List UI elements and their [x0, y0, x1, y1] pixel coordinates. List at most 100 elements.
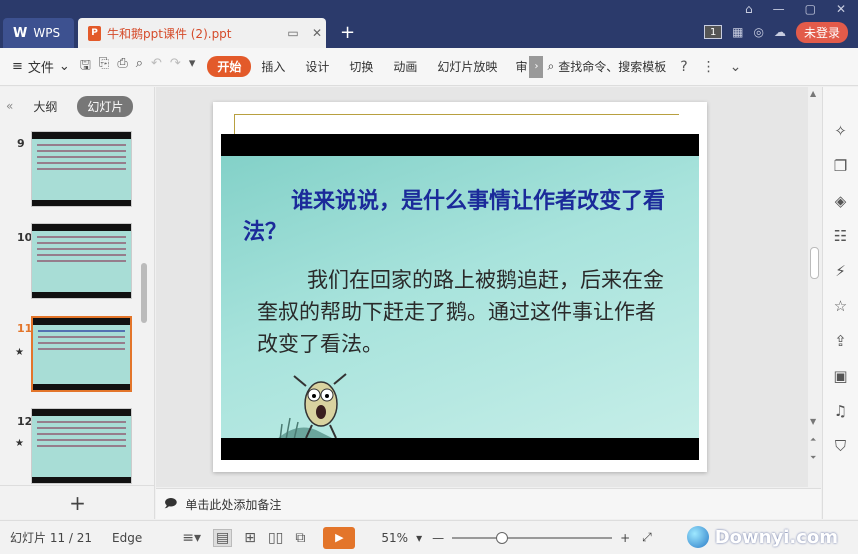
slide-panel-tabs: « 大纲 幻灯片	[0, 87, 154, 125]
slide-page: 谁来说说，是什么事情让作者改变了看法？ 我们在回家的路上被鹅追赶，后来在金奎叔的…	[213, 102, 707, 472]
scroll-down-icon[interactable]: ▼	[810, 417, 816, 426]
magic-icon[interactable]: ✧	[834, 122, 847, 140]
tab-home[interactable]: 开始	[207, 56, 252, 77]
cloud-icon[interactable]: ☁	[774, 25, 786, 39]
tab-transitions[interactable]: 切换	[339, 56, 383, 77]
command-search[interactable]: ⌕ 查找命令、搜索模板	[547, 58, 666, 75]
zoom-in-icon[interactable]: +	[620, 531, 630, 545]
sync-icon[interactable]: ◎	[754, 25, 764, 39]
print-icon[interactable]: ⎙	[117, 56, 127, 78]
tab-slides[interactable]: 幻灯片	[77, 95, 134, 117]
wps-logo-icon: W	[13, 25, 28, 41]
window-count-badge[interactable]: 1	[704, 25, 723, 39]
chevron-right-icon[interactable]: ›	[529, 55, 544, 78]
quick-access-toolbar: 🖫 ⎘ ⎙ ⌕ ↶ ↷ ▾	[80, 56, 196, 78]
notes-area[interactable]: 🗩 单击此处添加备注	[156, 488, 821, 519]
presenter-view-icon[interactable]: ⧉	[295, 530, 305, 546]
zoom-track	[452, 536, 613, 539]
document-tab[interactable]: P 牛和鹅ppt课件 (2).ppt ▭ ✕	[78, 18, 326, 48]
thumbnail-scrollbar[interactable]	[141, 263, 147, 323]
audio-icon[interactable]: ♫	[834, 402, 847, 420]
collapse-panel-icon[interactable]: «	[6, 99, 13, 113]
thumbnail-number: 9	[17, 137, 25, 150]
template-icon[interactable]: ❐	[834, 157, 847, 175]
slide-thumbnail-selected[interactable]	[31, 316, 132, 392]
title-bar: W WPS P 牛和鹅ppt课件 (2).ppt ▭ ✕ + ⌂ — ▢ ✕ 1…	[0, 0, 858, 48]
canvas-scrollbar[interactable]: ▲ ▼ ⏶ ⏷	[808, 87, 821, 487]
add-slide-button[interactable]: +	[0, 485, 155, 519]
current-slide[interactable]: 谁来说说，是什么事情让作者改变了看法？ 我们在回家的路上被鹅追赶，后来在金奎叔的…	[221, 134, 699, 460]
animation-star-icon: ★	[15, 438, 24, 449]
canvas-scroll-thumb[interactable]	[810, 247, 819, 279]
adjust-icon[interactable]: ☷	[834, 227, 847, 245]
favorite-icon[interactable]: ☆	[834, 297, 847, 315]
tab-animation[interactable]: 动画	[383, 56, 427, 77]
more-icon[interactable]: ⋮	[702, 59, 716, 75]
cartoon-character-image	[276, 373, 347, 441]
notes-icon: 🗩	[164, 495, 178, 510]
slide-top-bar	[221, 134, 699, 156]
zoom-knob[interactable]	[496, 531, 509, 544]
slide-panel: « 大纲 幻灯片 9 10 11 ★ 12 ★ +	[0, 87, 155, 519]
image-icon[interactable]: ▣	[833, 367, 847, 385]
zoom-dropdown-icon[interactable]: ▾	[416, 531, 422, 545]
sorter-view-icon[interactable]: ⊞	[244, 530, 256, 546]
tab-slideshow[interactable]: 幻灯片放映	[427, 56, 507, 77]
shape-icon[interactable]: ◈	[835, 192, 847, 210]
file-menu-label: 文件	[27, 61, 54, 76]
theme-name[interactable]: Edge	[112, 531, 142, 545]
slide-question-text[interactable]: 谁来说说，是什么事情让作者改变了看法？	[243, 186, 683, 248]
ppt-file-icon: P	[88, 25, 101, 41]
next-slide-icon[interactable]: ⏷	[810, 453, 816, 463]
normal-view-icon[interactable]: ▤	[213, 528, 233, 547]
close-tab-icon[interactable]: ✕	[308, 26, 326, 40]
tab-review[interactable]: 审	[507, 56, 529, 77]
fit-window-icon[interactable]: ⤢	[642, 530, 652, 545]
watermark: Downyi.com	[686, 526, 838, 548]
collapse-ribbon-icon[interactable]: ⌄	[730, 59, 742, 75]
zoom-level[interactable]: 51%	[381, 531, 408, 545]
scroll-up-icon[interactable]: ▲	[810, 89, 816, 98]
export-icon[interactable]: ⎘	[99, 56, 109, 78]
document-tab-title: 牛和鹅ppt课件 (2).ppt	[107, 26, 232, 41]
file-menu[interactable]: ≡ 文件 ⌄	[12, 57, 70, 76]
zoom-slider[interactable]	[452, 531, 613, 545]
command-search-label: 查找命令、搜索模板	[558, 60, 667, 74]
undo-icon[interactable]: ↶	[151, 56, 162, 78]
slide-thumbnail[interactable]	[31, 223, 132, 299]
redo-icon[interactable]: ↷	[170, 56, 181, 78]
animation-star-icon: ★	[15, 347, 24, 358]
new-tab-icon[interactable]: +	[340, 22, 355, 43]
prev-slide-icon[interactable]: ⏶	[810, 435, 816, 445]
slide-frame-line	[234, 114, 679, 134]
shield-icon[interactable]: ⛉	[835, 437, 846, 455]
hamburger-icon: ≡	[12, 59, 23, 74]
chevron-down-icon: ⌄	[58, 59, 70, 74]
menu-bar: ≡ 文件 ⌄ 🖫 ⎘ ⎙ ⌕ ↶ ↷ ▾ 开始 插入 设计 切换 动画 幻灯片放…	[0, 48, 858, 86]
menu-right-icons: ? ⋮ ⌄	[680, 59, 741, 75]
tab-insert[interactable]: 插入	[251, 56, 295, 77]
wps-home-tab[interactable]: W WPS	[3, 18, 74, 48]
slide-thumbnail[interactable]	[31, 408, 132, 484]
watermark-logo-icon	[686, 526, 709, 548]
zoom-out-icon[interactable]: —	[432, 531, 444, 545]
tab-outline[interactable]: 大纲	[23, 96, 67, 117]
save-icon[interactable]: 🖫	[80, 56, 91, 78]
notes-toggle-icon[interactable]: ≡▾	[182, 530, 201, 546]
help-icon[interactable]: ?	[680, 59, 687, 75]
slide-answer-text[interactable]: 我们在回家的路上被鹅追赶，后来在金奎叔的帮助下赶走了鹅。通过这件事让作者改变了看…	[257, 264, 667, 360]
slide-bottom-bar	[221, 438, 699, 460]
play-slideshow-button[interactable]: ▶	[323, 526, 356, 549]
login-button[interactable]: 未登录	[795, 21, 848, 43]
grid-icon[interactable]: ▦	[732, 25, 743, 39]
right-sidebar: ✧ ❐ ◈ ☷ ⚡ ☆ ⇪ ▣ ♫ ⛉	[822, 87, 858, 519]
tab-window-icon[interactable]: ▭	[284, 26, 302, 40]
status-bar: 幻灯片 11 / 21 Edge ≡▾ ▤ ⊞ ▯▯ ⧉ ▶ 51% ▾ — +…	[0, 520, 858, 554]
customize-icon[interactable]: ▾	[189, 56, 196, 78]
reading-view-icon[interactable]: ▯▯	[268, 530, 283, 546]
slide-thumbnail[interactable]	[31, 131, 132, 207]
print-preview-icon[interactable]: ⌕	[136, 56, 143, 78]
animation-icon[interactable]: ⚡	[835, 262, 846, 280]
share-icon[interactable]: ⇪	[834, 332, 847, 350]
tab-design[interactable]: 设计	[295, 56, 339, 77]
